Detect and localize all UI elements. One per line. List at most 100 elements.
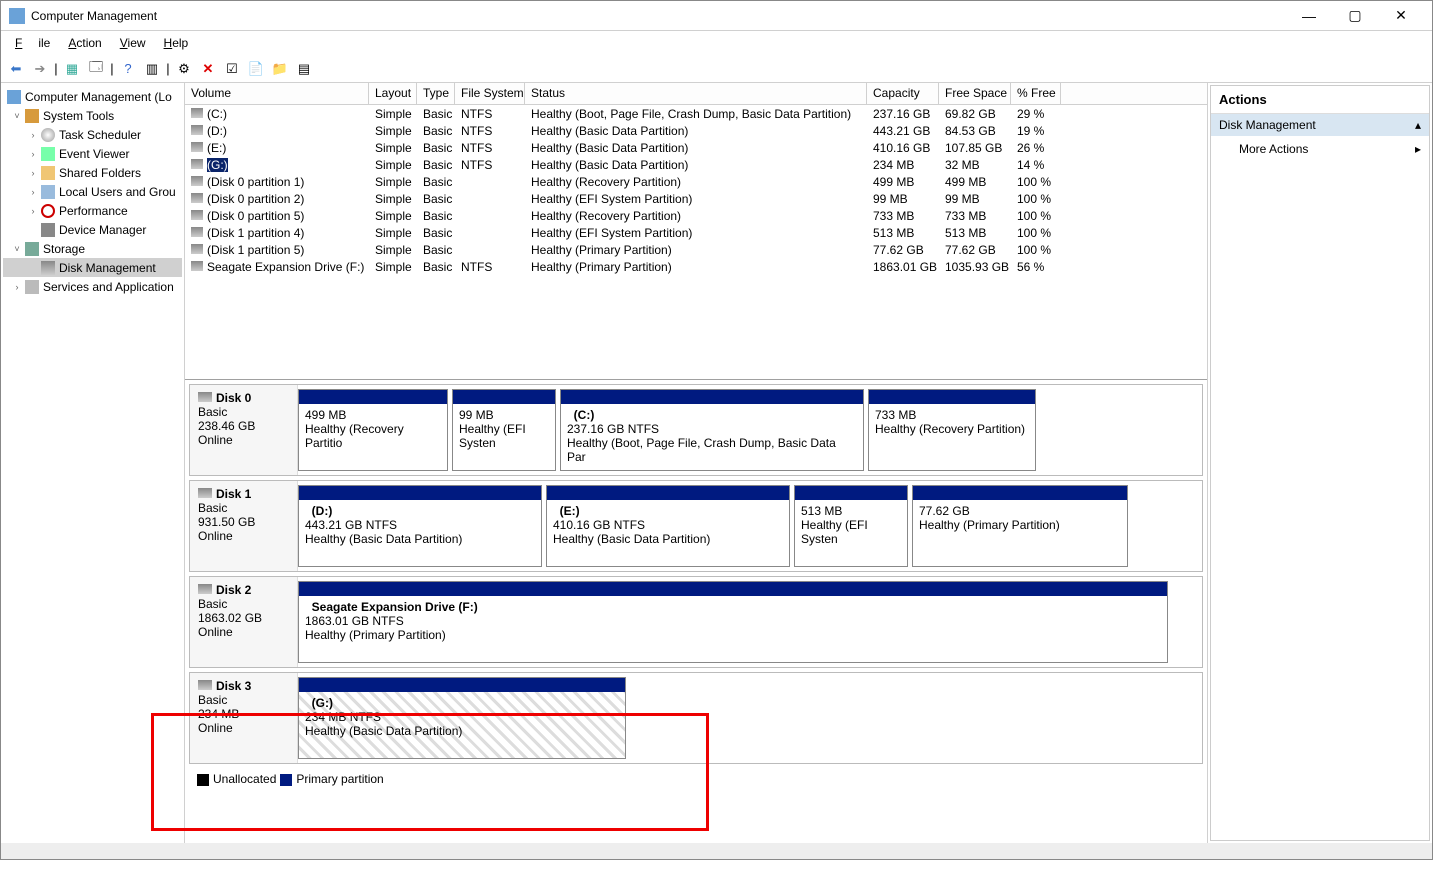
col-pct-free[interactable]: % Free xyxy=(1011,83,1061,104)
up-button[interactable]: ▦ xyxy=(61,58,83,80)
col-volume[interactable]: Volume xyxy=(185,83,369,104)
disk-info: Disk 3Basic234 MBOnline xyxy=(190,673,298,763)
actions-header: Actions xyxy=(1211,86,1429,114)
partition[interactable]: 499 MBHealthy (Recovery Partitio xyxy=(298,389,448,471)
partition[interactable]: (G:)234 MB NTFSHealthy (Basic Data Parti… xyxy=(298,677,626,759)
content-area: Computer Management (Lo ˅System Tools ›T… xyxy=(1,83,1432,843)
tree-storage[interactable]: ˅Storage xyxy=(3,239,182,258)
actions-more-label: More Actions xyxy=(1239,142,1308,156)
help-button[interactable]: ? xyxy=(117,58,139,80)
device-icon xyxy=(41,223,55,237)
partition[interactable]: Seagate Expansion Drive (F:)1863.01 GB N… xyxy=(298,581,1168,663)
volume-row[interactable]: Seagate Expansion Drive (F:)SimpleBasicN… xyxy=(185,258,1207,275)
tree-disk-management[interactable]: Disk Management xyxy=(3,258,182,277)
tree-task-scheduler[interactable]: ›Task Scheduler xyxy=(3,125,182,144)
partition[interactable]: 513 MBHealthy (EFI Systen xyxy=(794,485,908,567)
tree-event-viewer[interactable]: ›Event Viewer xyxy=(3,144,182,163)
partition-container: 499 MBHealthy (Recovery Partitio99 MBHea… xyxy=(298,385,1202,475)
disk-block[interactable]: Disk 3Basic234 MBOnline (G:)234 MB NTFSH… xyxy=(189,672,1203,764)
volume-row[interactable]: (Disk 1 partition 5)SimpleBasicHealthy (… xyxy=(185,241,1207,258)
menu-view[interactable]: View xyxy=(112,34,154,52)
delete-button[interactable]: ✕ xyxy=(197,58,219,80)
toolbar: ⬅ ➔ | ▦ 🗔 | ? ▥ | ⚙ ✕ ☑ 📄 📁 ▤ xyxy=(1,55,1432,83)
back-button[interactable]: ⬅ xyxy=(5,58,27,80)
tree-system-tools[interactable]: ˅System Tools xyxy=(3,106,182,125)
partition-container: (D:)443.21 GB NTFSHealthy (Basic Data Pa… xyxy=(298,481,1202,571)
expand-icon: ▸ xyxy=(1415,142,1421,156)
center-pane: Volume Layout Type File System Status Ca… xyxy=(185,83,1208,843)
tree-root[interactable]: Computer Management (Lo xyxy=(3,87,182,106)
volume-row[interactable]: (Disk 0 partition 1)SimpleBasicHealthy (… xyxy=(185,173,1207,190)
tree-local-users[interactable]: ›Local Users and Grou xyxy=(3,182,182,201)
disk-block[interactable]: Disk 2Basic1863.02 GBOnline Seagate Expa… xyxy=(189,576,1203,668)
volume-row[interactable]: (D:)SimpleBasicNTFSHealthy (Basic Data P… xyxy=(185,122,1207,139)
col-type[interactable]: Type xyxy=(417,83,455,104)
clock-icon xyxy=(41,128,55,142)
volume-row[interactable]: (C:)SimpleBasicNTFSHealthy (Boot, Page F… xyxy=(185,105,1207,122)
window-controls: — ▢ ✕ xyxy=(1286,2,1424,30)
disk-info: Disk 0Basic238.46 GBOnline xyxy=(190,385,298,475)
separator: | xyxy=(109,58,115,80)
menu-file[interactable]: File xyxy=(7,34,58,52)
separator: | xyxy=(165,58,171,80)
menu-help[interactable]: Help xyxy=(156,34,197,52)
perf-icon xyxy=(41,204,55,218)
volume-row[interactable]: (Disk 0 partition 5)SimpleBasicHealthy (… xyxy=(185,207,1207,224)
maximize-button[interactable]: ▢ xyxy=(1332,2,1378,30)
disk-info: Disk 1Basic931.50 GBOnline xyxy=(190,481,298,571)
disk-block[interactable]: Disk 0Basic238.46 GBOnline499 MBHealthy … xyxy=(189,384,1203,476)
volume-row[interactable]: (Disk 0 partition 2)SimpleBasicHealthy (… xyxy=(185,190,1207,207)
horizontal-scrollbar[interactable] xyxy=(1,843,1432,859)
volume-row[interactable]: (Disk 1 partition 4)SimpleBasicHealthy (… xyxy=(185,224,1207,241)
tree-shared-folders[interactable]: ›Shared Folders xyxy=(3,163,182,182)
refresh-button[interactable]: ▥ xyxy=(141,58,163,80)
volume-list-header[interactable]: Volume Layout Type File System Status Ca… xyxy=(185,83,1207,105)
partition[interactable]: 99 MBHealthy (EFI Systen xyxy=(452,389,556,471)
volume-list[interactable]: Volume Layout Type File System Status Ca… xyxy=(185,83,1207,379)
tree-performance[interactable]: ›Performance xyxy=(3,201,182,220)
disk-map-area[interactable]: Disk 0Basic238.46 GBOnline499 MBHealthy … xyxy=(185,379,1207,843)
tree-services[interactable]: ›Services and Application xyxy=(3,277,182,296)
window-title: Computer Management xyxy=(31,9,1286,23)
event-icon xyxy=(41,147,55,161)
folder-button[interactable]: 📁 xyxy=(269,58,291,80)
partition[interactable]: 77.62 GBHealthy (Primary Partition) xyxy=(912,485,1128,567)
minimize-button[interactable]: — xyxy=(1286,2,1332,30)
partition[interactable]: (E:)410.16 GB NTFSHealthy (Basic Data Pa… xyxy=(546,485,790,567)
folder-icon xyxy=(41,166,55,180)
partition[interactable]: 733 MBHealthy (Recovery Partition) xyxy=(868,389,1036,471)
check-button[interactable]: ☑ xyxy=(221,58,243,80)
services-icon xyxy=(25,280,39,294)
app-icon xyxy=(9,8,25,24)
partition[interactable]: (C:)237.16 GB NTFSHealthy (Boot, Page Fi… xyxy=(560,389,864,471)
partition-container: (G:)234 MB NTFSHealthy (Basic Data Parti… xyxy=(298,673,1202,763)
actions-pane: Actions Disk Management ▴ More Actions ▸ xyxy=(1210,85,1430,841)
settings-button[interactable]: ⚙ xyxy=(173,58,195,80)
actions-disk-mgmt-label: Disk Management xyxy=(1219,118,1316,132)
volume-row[interactable]: (E:)SimpleBasicNTFSHealthy (Basic Data P… xyxy=(185,139,1207,156)
col-free[interactable]: Free Space xyxy=(939,83,1011,104)
col-filesystem[interactable]: File System xyxy=(455,83,525,104)
disk-block[interactable]: Disk 1Basic931.50 GBOnline (D:)443.21 GB… xyxy=(189,480,1203,572)
volume-row[interactable]: (G:)SimpleBasicNTFSHealthy (Basic Data P… xyxy=(185,156,1207,173)
view-button[interactable]: ▤ xyxy=(293,58,315,80)
collapse-icon: ▴ xyxy=(1415,118,1421,132)
titlebar[interactable]: Computer Management — ▢ ✕ xyxy=(1,1,1432,31)
navigation-tree[interactable]: Computer Management (Lo ˅System Tools ›T… xyxy=(1,83,185,843)
computer-icon xyxy=(7,90,21,104)
close-button[interactable]: ✕ xyxy=(1378,2,1424,30)
props-button[interactable]: 🗔 xyxy=(85,58,107,80)
col-layout[interactable]: Layout xyxy=(369,83,417,104)
new-button[interactable]: 📄 xyxy=(245,58,267,80)
partition[interactable]: (D:)443.21 GB NTFSHealthy (Basic Data Pa… xyxy=(298,485,542,567)
actions-more[interactable]: More Actions ▸ xyxy=(1211,136,1429,162)
storage-icon xyxy=(25,242,39,256)
col-status[interactable]: Status xyxy=(525,83,867,104)
tools-icon xyxy=(25,109,39,123)
actions-disk-management[interactable]: Disk Management ▴ xyxy=(1211,114,1429,136)
menu-action[interactable]: Action xyxy=(60,34,109,52)
forward-button[interactable]: ➔ xyxy=(29,58,51,80)
col-capacity[interactable]: Capacity xyxy=(867,83,939,104)
tree-device-manager[interactable]: Device Manager xyxy=(3,220,182,239)
users-icon xyxy=(41,185,55,199)
